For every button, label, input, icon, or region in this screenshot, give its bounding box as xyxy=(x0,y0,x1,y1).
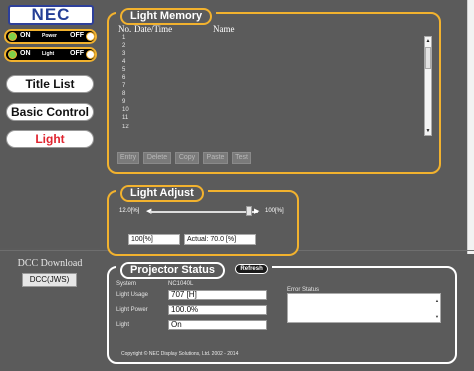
dcc-jws-button[interactable]: DCC(JWS) xyxy=(22,273,77,287)
list-item[interactable]: 1 xyxy=(122,35,125,41)
list-item[interactable]: 11 xyxy=(122,115,128,121)
delete-button[interactable]: Delete xyxy=(143,152,171,164)
column-no: No. xyxy=(118,24,132,34)
light-slider-track[interactable] xyxy=(150,211,258,213)
system-label: System xyxy=(116,281,137,287)
list-item[interactable]: 12 xyxy=(122,124,129,129)
right-edge-strip-lower xyxy=(467,254,474,371)
light-power-label: Light Power xyxy=(116,307,148,313)
projector-status-title: Projector Status Refresh xyxy=(116,260,272,279)
paste-button[interactable]: Paste xyxy=(203,152,228,164)
light-actual-field: Actual: 70.0 [%] xyxy=(184,234,256,245)
scroll-down-icon[interactable]: ▼ xyxy=(425,128,431,134)
list-item[interactable]: 4 xyxy=(122,59,125,65)
light-memory-list[interactable] xyxy=(118,35,434,137)
test-button[interactable]: Test xyxy=(232,152,251,164)
system-value: NC1040L xyxy=(168,281,194,287)
web-page: NEC ON Power OFF ON Light OFF Title List… xyxy=(0,0,474,371)
right-edge-strip xyxy=(467,0,474,254)
copy-button[interactable]: Copy xyxy=(175,152,199,164)
light-setting-field[interactable]: 100[%] xyxy=(128,234,180,245)
light-usage-value: 707 [H] xyxy=(168,290,267,300)
light-power-value: 100.0% xyxy=(168,305,267,315)
power-label: Power xyxy=(42,33,58,39)
nec-logo: NEC xyxy=(8,5,94,25)
light-state-value: On xyxy=(168,320,267,330)
list-item[interactable]: 3 xyxy=(122,51,125,57)
list-item[interactable]: 7 xyxy=(122,83,125,89)
light-off-label: OFF xyxy=(70,50,84,57)
nav-title-list[interactable]: Title List xyxy=(6,75,94,93)
light-adjust-title-label: Light Adjust xyxy=(120,185,204,202)
light-on-indicator-icon xyxy=(8,50,17,59)
power-off-indicator-icon xyxy=(86,32,95,41)
refresh-button[interactable]: Refresh xyxy=(235,263,268,274)
scroll-up-icon[interactable]: ▲ xyxy=(425,38,431,44)
scroll-thumb[interactable] xyxy=(425,47,431,69)
light-adjust-title: Light Adjust xyxy=(116,183,208,202)
light-toggle[interactable]: ON Light OFF xyxy=(4,47,97,62)
entry-button[interactable]: Entry xyxy=(117,152,139,164)
list-item[interactable]: 5 xyxy=(122,67,125,73)
light-memory-title-label: Light Memory xyxy=(120,8,213,25)
power-toggle[interactable]: ON Power OFF xyxy=(4,29,97,44)
list-item[interactable]: 10 xyxy=(122,107,129,113)
light-memory-scrollbar[interactable]: ▲ ▼ xyxy=(424,36,432,136)
light-label: Light xyxy=(42,51,55,57)
list-item[interactable]: 8 xyxy=(122,91,125,97)
power-off-label: OFF xyxy=(70,32,84,39)
error-scroll-down-icon[interactable]: ▼ xyxy=(435,314,439,319)
slider-right-arrow-icon[interactable]: ▶ xyxy=(254,207,259,215)
error-status-box[interactable]: ▲ ▼ xyxy=(287,293,441,323)
slider-max-label: 100[%] xyxy=(265,208,284,214)
copyright-text: Copyright © NEC Display Solutions, Ltd. … xyxy=(121,351,239,357)
light-state-label: Light xyxy=(116,322,130,328)
light-memory-title: Light Memory xyxy=(116,6,217,25)
nav-basic-control[interactable]: Basic Control xyxy=(6,103,94,121)
dcc-download-title: DCC Download xyxy=(17,258,83,269)
list-item[interactable]: 2 xyxy=(122,43,125,49)
list-item[interactable]: 9 xyxy=(122,99,125,105)
column-name: Name xyxy=(213,24,235,34)
light-slider-thumb[interactable] xyxy=(246,206,252,216)
light-usage-label: Light Usage xyxy=(116,292,149,298)
light-on-label: ON xyxy=(20,50,31,57)
error-scroll-up-icon[interactable]: ▲ xyxy=(435,298,439,303)
projector-status-title-label: Projector Status xyxy=(120,262,225,279)
power-on-label: ON xyxy=(20,32,31,39)
slider-min-label: 12.0[%] xyxy=(119,208,140,214)
nav-light[interactable]: Light xyxy=(6,130,94,148)
light-off-indicator-icon xyxy=(86,50,95,59)
column-date-time: Date/Time xyxy=(134,24,173,34)
power-on-indicator-icon xyxy=(8,32,17,41)
list-item[interactable]: 6 xyxy=(122,75,125,81)
